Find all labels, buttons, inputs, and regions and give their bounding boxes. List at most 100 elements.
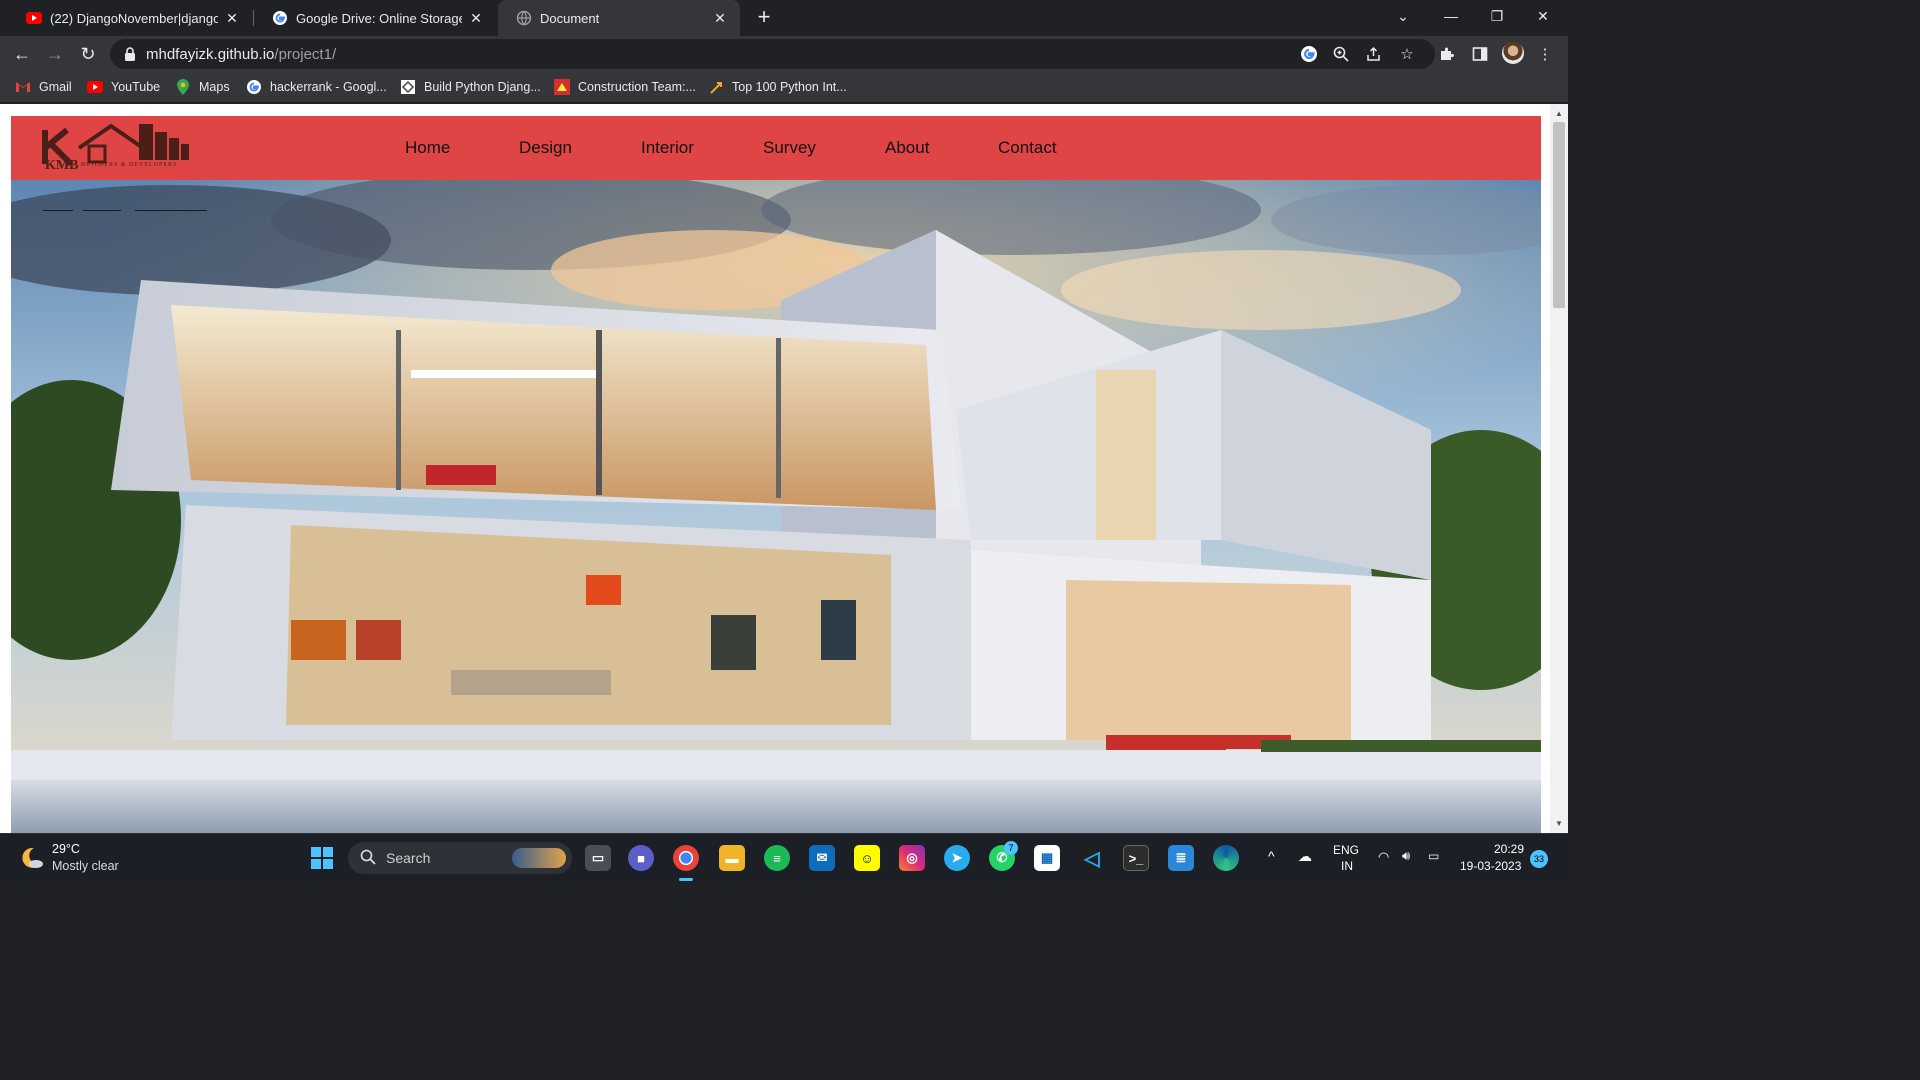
more-menu-icon[interactable]: ⋮ bbox=[1536, 45, 1554, 63]
forward-arrow-icon[interactable]: → bbox=[41, 40, 69, 68]
side-panel-icon[interactable] bbox=[1471, 45, 1489, 63]
nav-contact[interactable]: Contact bbox=[998, 138, 1057, 158]
whatsapp-badge: 7 bbox=[1004, 841, 1018, 855]
bookmark-label: Build Python Djang... bbox=[424, 80, 541, 94]
gmail-icon bbox=[15, 79, 31, 95]
weather-temp: 29°C bbox=[52, 842, 80, 856]
bookmark-label: Top 100 Python Int... bbox=[732, 80, 847, 94]
construction-icon bbox=[554, 79, 570, 95]
snapchat-icon[interactable]: ☺ bbox=[854, 845, 880, 871]
bookmark-label: Gmail bbox=[39, 80, 72, 94]
website: KMB BUILDERS & DEVELOPERS Home Design In… bbox=[11, 116, 1541, 833]
close-window-button[interactable]: ✕ bbox=[1520, 0, 1566, 32]
new-tab-button[interactable]: + bbox=[752, 4, 776, 30]
zoom-icon[interactable] bbox=[1332, 45, 1350, 63]
search-highlight-image bbox=[512, 848, 566, 868]
bookmark-construction[interactable]: Construction Team:... bbox=[554, 78, 696, 96]
reload-icon[interactable]: ↻ bbox=[74, 40, 102, 68]
tab-search-chevron-icon[interactable]: ⌄ bbox=[1380, 0, 1426, 32]
tab-title: Document bbox=[540, 10, 600, 26]
search-label: Search bbox=[386, 850, 431, 866]
bookmark-star-icon[interactable]: ☆ bbox=[1398, 45, 1416, 63]
onedrive-cloud-icon[interactable]: ☁ bbox=[1298, 848, 1312, 865]
microsoft-store-icon[interactable]: ▦ bbox=[1034, 845, 1060, 871]
chrome-running-indicator bbox=[679, 878, 693, 881]
bookmark-maps[interactable]: Maps bbox=[175, 78, 230, 96]
language-label[interactable]: ENG bbox=[1333, 843, 1359, 857]
nav-survey[interactable]: Survey bbox=[763, 138, 816, 158]
hero-image bbox=[11, 180, 1541, 833]
nav-about[interactable]: About bbox=[885, 138, 929, 158]
mail-icon[interactable]: ✉ bbox=[809, 845, 835, 871]
search-icon bbox=[360, 849, 376, 868]
telegram-icon[interactable]: ➤ bbox=[944, 845, 970, 871]
kmb-logo[interactable]: KMB BUILDERS & DEVELOPERS bbox=[41, 116, 201, 180]
logo-text: KMB bbox=[45, 158, 79, 173]
vscode-icon[interactable]: ◁ bbox=[1079, 845, 1105, 871]
battery-icon[interactable]: ▭ bbox=[1428, 849, 1439, 863]
spotify-icon[interactable]: ≡ bbox=[764, 845, 790, 871]
bookmarks-bar: Gmail YouTube Maps hackerrank - Googl...… bbox=[0, 72, 1568, 102]
scroll-thumb[interactable] bbox=[1553, 122, 1565, 308]
windows-start-icon[interactable] bbox=[309, 845, 335, 871]
google-lens-icon[interactable] bbox=[1300, 45, 1318, 63]
notification-badge[interactable]: 33 bbox=[1530, 850, 1548, 868]
address-bar[interactable]: mhdfayizk.github.io/project1/ bbox=[110, 39, 1435, 69]
bookmark-top-python[interactable]: Top 100 Python Int... bbox=[708, 78, 847, 96]
wifi-icon[interactable]: ◠ bbox=[1378, 849, 1389, 865]
teams-chat-icon[interactable]: ■ bbox=[628, 845, 654, 871]
weather-desc: Mostly clear bbox=[52, 859, 119, 873]
hero-text-stroke bbox=[43, 210, 73, 211]
tab-strip: (22) DjangoNovember|django ta ✕ Google D… bbox=[0, 0, 1568, 36]
weather-moon-icon[interactable] bbox=[18, 845, 44, 871]
volume-icon[interactable]: 🔊︎ bbox=[1402, 848, 1410, 864]
google-icon bbox=[272, 10, 288, 26]
instagram-icon[interactable]: ◎ bbox=[899, 845, 925, 871]
chrome-icon[interactable] bbox=[673, 845, 699, 871]
clock-date[interactable]: 19-03-2023 bbox=[1460, 859, 1521, 873]
bookmark-label: hackerrank - Googl... bbox=[270, 80, 387, 94]
youtube-icon bbox=[87, 79, 103, 95]
page-scrollbar[interactable]: ▲ ▼ bbox=[1550, 104, 1568, 833]
back-arrow-icon[interactable]: ← bbox=[8, 40, 36, 68]
page-viewport: KMB BUILDERS & DEVELOPERS Home Design In… bbox=[0, 104, 1568, 833]
tab-google-drive[interactable]: Google Drive: Online Storage for ✕ bbox=[254, 0, 496, 36]
close-tab-icon[interactable]: ✕ bbox=[468, 10, 484, 27]
url-host: mhdfayizk.github.io bbox=[146, 45, 275, 63]
profile-avatar[interactable] bbox=[1502, 42, 1524, 64]
tab-youtube[interactable]: (22) DjangoNovember|django ta ✕ bbox=[8, 0, 252, 36]
taskbar-search-box[interactable]: Search bbox=[348, 842, 572, 874]
close-tab-icon[interactable]: ✕ bbox=[712, 10, 728, 27]
clock-time[interactable]: 20:29 bbox=[1494, 842, 1524, 856]
region-label: IN bbox=[1341, 859, 1353, 873]
terminal-icon[interactable]: >_ bbox=[1123, 845, 1149, 871]
globe-icon bbox=[516, 10, 532, 26]
nav-design[interactable]: Design bbox=[519, 138, 572, 158]
extensions-icon[interactable] bbox=[1438, 45, 1456, 63]
close-tab-icon[interactable]: ✕ bbox=[224, 10, 240, 27]
url-path: /project1/ bbox=[274, 45, 337, 63]
bookmark-build-python[interactable]: Build Python Djang... bbox=[400, 78, 541, 96]
youtube-icon bbox=[26, 10, 42, 26]
tab-title: Google Drive: Online Storage for bbox=[296, 10, 462, 26]
bookmark-gmail[interactable]: Gmail bbox=[15, 78, 72, 96]
task-view-icon[interactable]: ▭ bbox=[585, 845, 611, 871]
windows-taskbar: 29°C Mostly clear Search ▭ ■ ▬ ≡ ✉ ☺ ◎ ➤… bbox=[0, 833, 1568, 882]
notepad-icon[interactable]: ≣ bbox=[1168, 845, 1194, 871]
nav-home[interactable]: Home bbox=[405, 138, 450, 158]
bookmark-youtube[interactable]: YouTube bbox=[87, 78, 160, 96]
restore-button[interactable]: ❐ bbox=[1474, 0, 1520, 32]
google-icon bbox=[246, 79, 262, 95]
file-explorer-icon[interactable]: ▬ bbox=[719, 845, 745, 871]
bookmark-hackerrank[interactable]: hackerrank - Googl... bbox=[246, 78, 387, 96]
edge-icon[interactable] bbox=[1213, 845, 1239, 871]
nav-interior[interactable]: Interior bbox=[641, 138, 694, 158]
tray-chevron-icon[interactable]: ^ bbox=[1268, 848, 1275, 864]
share-icon[interactable] bbox=[1365, 45, 1383, 63]
scroll-down-arrow-icon[interactable]: ▼ bbox=[1550, 817, 1568, 831]
scroll-up-arrow-icon[interactable]: ▲ bbox=[1550, 107, 1568, 121]
browser-toolbar: ← → ↻ mhdfayizk.github.io/project1/ ☆ ⋮ bbox=[0, 36, 1568, 72]
tab-document[interactable]: Document ✕ bbox=[498, 0, 740, 36]
python-icon bbox=[708, 79, 724, 95]
minimize-button[interactable]: — bbox=[1428, 0, 1474, 32]
